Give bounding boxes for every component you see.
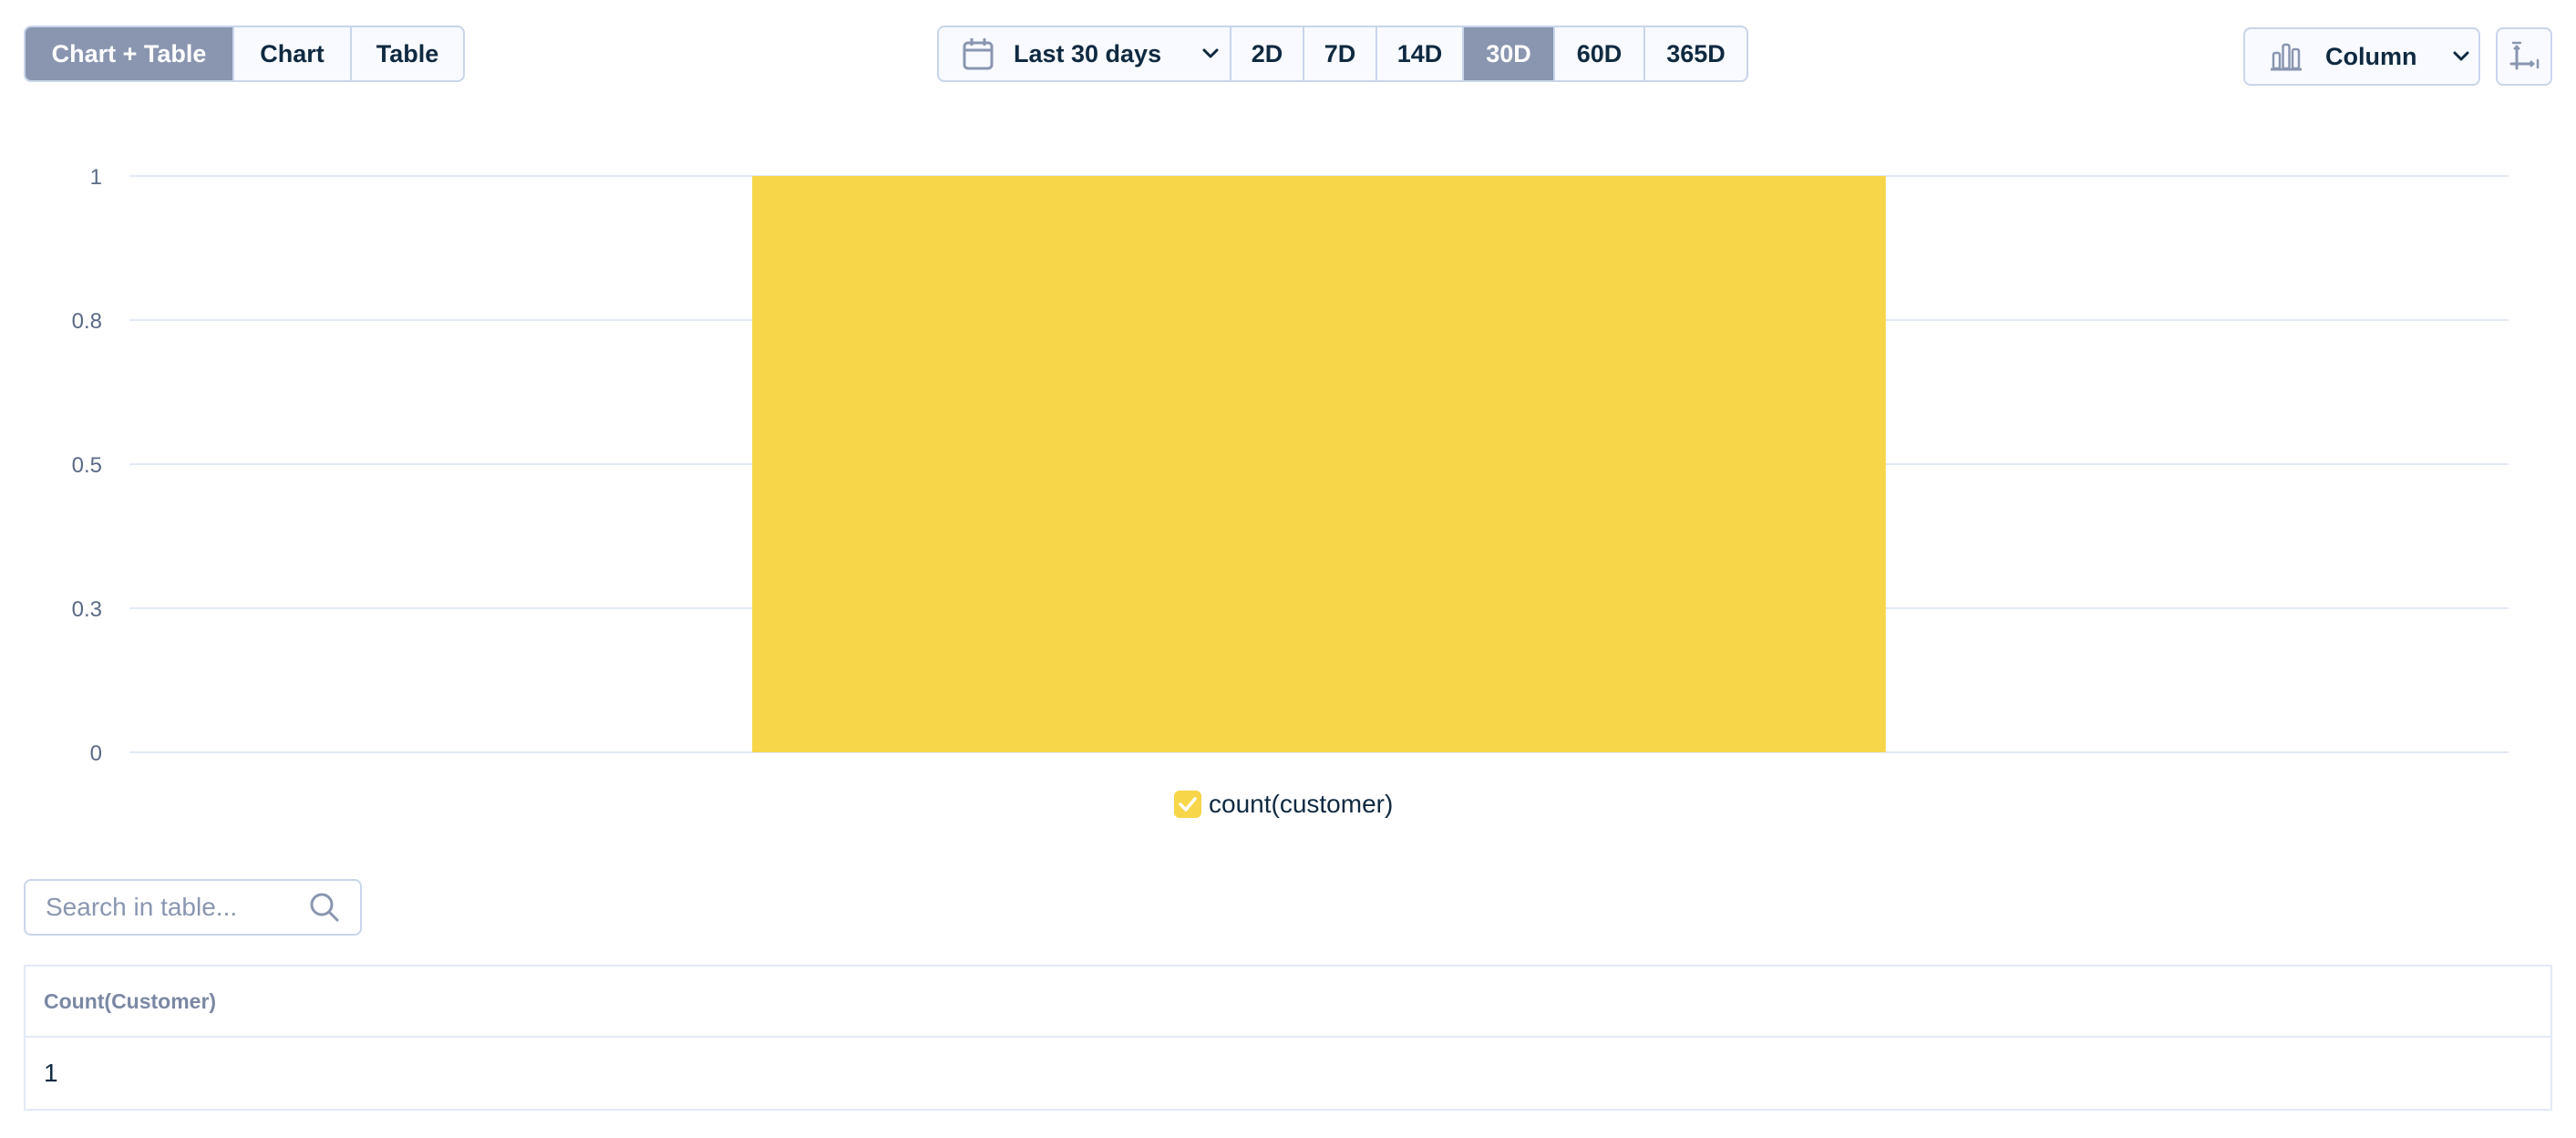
view-table-button[interactable]: Table	[352, 27, 463, 80]
bar-count-customer[interactable]	[752, 176, 1886, 752]
column-chart: 0 0.3 0.5 0.8 1	[72, 165, 2509, 766]
column-header-count-customer[interactable]: Count(Customer)	[25, 966, 2551, 1038]
data-table: Count(Customer) 1	[24, 965, 2552, 1111]
legend-checkbox[interactable]	[1174, 791, 1201, 818]
check-icon	[1179, 797, 1197, 812]
view-chart-table-button[interactable]: Chart + Table	[26, 27, 234, 80]
preset-14d-button[interactable]: 14D	[1377, 27, 1464, 80]
axis-settings-button[interactable]	[2496, 27, 2552, 86]
view-mode-toggle: Chart + Table Chart Table	[24, 26, 465, 82]
table-search-input[interactable]	[46, 893, 309, 922]
table-row: 1	[25, 1037, 2551, 1110]
y-tick-label: 1	[90, 165, 102, 190]
chart-type-label: Column	[2325, 42, 2417, 70]
bar-chart-icon	[2271, 42, 2302, 71]
y-tick-label: 0.8	[72, 309, 102, 334]
preset-365d-button[interactable]: 365D	[1645, 27, 1747, 80]
preset-30d-button[interactable]: 30D	[1464, 27, 1555, 80]
y-tick-label: 0.3	[72, 597, 102, 622]
table-cell: 1	[44, 1059, 58, 1087]
axis-settings-icon	[2509, 41, 2540, 72]
preset-7d-button[interactable]: 7D	[1304, 27, 1377, 80]
legend-label: count(customer)	[1209, 790, 1394, 818]
table-header-row: Count(Customer)	[25, 966, 2551, 1038]
y-tick-label: 0	[90, 741, 102, 766]
chart-type-dropdown[interactable]: Column	[2243, 27, 2480, 86]
date-range-label: Last 30 days	[1014, 39, 1162, 67]
preset-60d-button[interactable]: 60D	[1555, 27, 1645, 80]
view-chart-button[interactable]: Chart	[234, 27, 352, 80]
date-range-group: Last 30 days 2D 7D 14D 30D 60D 365D	[937, 26, 1748, 82]
table-search	[24, 879, 362, 936]
legend-item[interactable]: count(customer)	[1174, 788, 1393, 821]
search-icon[interactable]	[309, 892, 340, 923]
date-range-dropdown[interactable]: Last 30 days	[939, 27, 1231, 80]
calendar-icon	[963, 37, 994, 70]
chevron-down-icon	[2452, 50, 2470, 63]
chevron-down-icon	[1201, 47, 1220, 60]
y-tick-label: 0.5	[72, 453, 102, 478]
preset-2d-button[interactable]: 2D	[1231, 27, 1304, 80]
